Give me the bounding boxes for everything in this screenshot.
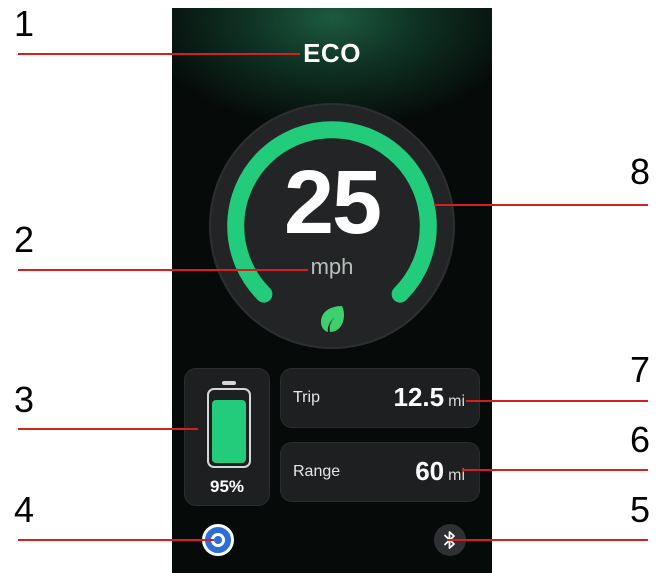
speed-value: 25 — [283, 153, 382, 253]
callout-line-3 — [18, 428, 198, 430]
dashboard-screen: ECO 25 mph 95% Trip 12.5 mi Range 60 mi — [172, 8, 492, 573]
battery-percent: 95% — [209, 477, 245, 496]
range-value: 60 — [415, 456, 445, 486]
callout-line-8 — [434, 204, 648, 206]
callout-number-3: 3 — [14, 379, 35, 420]
callout-line-5 — [448, 539, 648, 541]
callout-number-1: 1 — [14, 3, 35, 44]
callout-line-4 — [18, 539, 214, 541]
callout-line-1 — [18, 53, 300, 55]
callout-number-8: 8 — [630, 151, 651, 192]
callout-number-4: 4 — [14, 489, 35, 530]
range-card[interactable]: Range 60 mi — [280, 442, 480, 502]
trip-label: Trip — [293, 389, 320, 406]
callout-line-6 — [462, 469, 648, 471]
trip-unit: mi — [448, 393, 465, 410]
range-value-group: 60 mi — [415, 456, 465, 487]
callout-number-6: 6 — [630, 419, 651, 460]
callout-number-5: 5 — [630, 489, 651, 530]
callout-number-7: 7 — [630, 349, 651, 390]
callout-number-2: 2 — [14, 219, 35, 260]
leaf-icon — [321, 306, 344, 332]
range-label: Range — [293, 463, 341, 480]
trip-value: 12.5 — [393, 382, 445, 412]
battery-icon-cap — [222, 381, 236, 385]
navigation-icon-center — [214, 536, 222, 544]
battery-icon — [207, 388, 251, 468]
battery-card: 95% — [184, 368, 270, 506]
callout-line-7 — [466, 400, 648, 402]
trip-card[interactable]: Trip 12.5 mi — [280, 368, 480, 428]
trip-value-group: 12.5 mi — [394, 382, 466, 413]
callout-line-2 — [18, 269, 308, 271]
speed-unit: mph — [310, 254, 354, 279]
battery-level-fill — [212, 400, 246, 463]
